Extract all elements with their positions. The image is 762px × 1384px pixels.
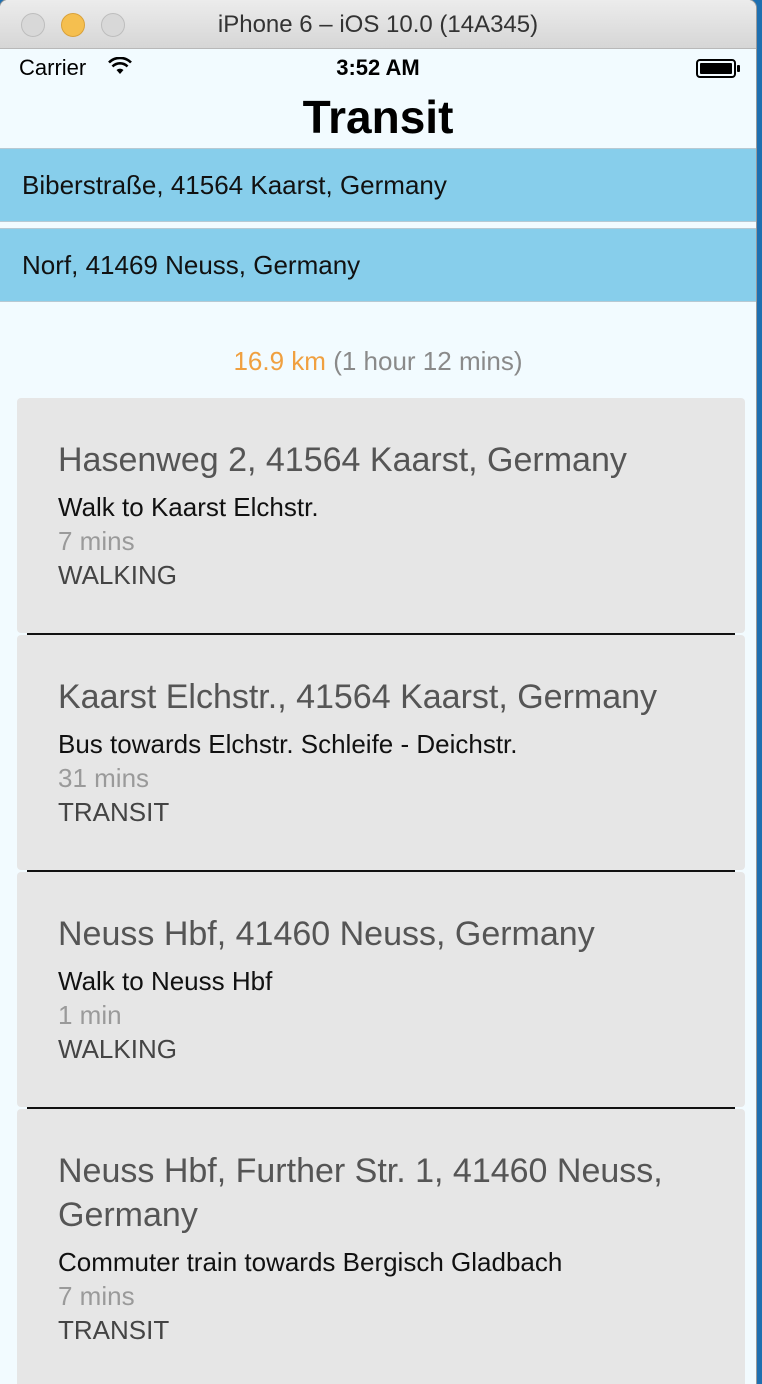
step-address: Hasenweg 2, 41564 Kaarst, Germany xyxy=(58,441,627,479)
step-mode: WALKING xyxy=(58,560,177,590)
step-mode: TRANSIT xyxy=(58,1315,170,1345)
step-instruction: Walk to Neuss Hbf xyxy=(58,966,273,996)
step-card[interactable]: Kaarst Elchstr., 41564 Kaarst, Germany B… xyxy=(17,635,745,870)
page-title: Transit xyxy=(302,91,454,143)
step-address: Neuss Hbf, 41460 Neuss, Germany xyxy=(58,915,595,953)
origin-field[interactable]: Biberstraße, 41564 Kaarst, Germany xyxy=(0,148,756,222)
battery-icon xyxy=(696,59,740,78)
window-titlebar: iPhone 6 – iOS 10.0 (14A345) xyxy=(0,0,756,49)
step-duration: 7 mins xyxy=(58,526,135,556)
destination-field[interactable]: Norf, 41469 Neuss, Germany xyxy=(0,228,756,302)
step-mode: TRANSIT xyxy=(58,797,170,827)
step-duration: 1 min xyxy=(58,1000,122,1030)
step-instruction: Bus towards Elchstr. Schleife - Deichstr… xyxy=(58,729,518,759)
step-card[interactable]: Neuss Hbf, 41460 Neuss, Germany Walk to … xyxy=(17,872,745,1107)
step-card[interactable]: Hasenweg 2, 41564 Kaarst, Germany Walk t… xyxy=(17,398,745,633)
step-duration: 7 mins xyxy=(58,1281,135,1311)
step-address: Neuss Hbf, Further Str. 1, 41460 Neuss, … xyxy=(58,1152,663,1234)
route-distance: 16.9 km xyxy=(233,346,326,376)
step-mode: WALKING xyxy=(58,1034,177,1064)
window-title: iPhone 6 – iOS 10.0 (14A345) xyxy=(217,11,539,38)
status-bar: Carrier 3:52 AM xyxy=(0,49,756,89)
steps-list[interactable]: Hasenweg 2, 41564 Kaarst, Germany Walk t… xyxy=(17,398,745,1384)
step-instruction: Commuter train towards Bergisch Gladbach xyxy=(58,1247,563,1277)
step-instruction: Walk to Kaarst Elchstr. xyxy=(58,492,319,522)
step-duration: 31 mins xyxy=(58,763,150,793)
step-card[interactable]: Neuss Hbf, Further Str. 1, 41460 Neuss, … xyxy=(17,1109,745,1384)
status-clock: 3:52 AM xyxy=(336,55,420,80)
route-duration: (1 hour 12 mins) xyxy=(333,346,523,376)
step-address: Kaarst Elchstr., 41564 Kaarst, Germany xyxy=(58,678,658,716)
simulator-window: iPhone 6 – iOS 10.0 (14A345) Carrier 3:5… xyxy=(0,0,756,1384)
route-summary: 16.9 km (1 hour 12 mins) xyxy=(0,346,756,398)
